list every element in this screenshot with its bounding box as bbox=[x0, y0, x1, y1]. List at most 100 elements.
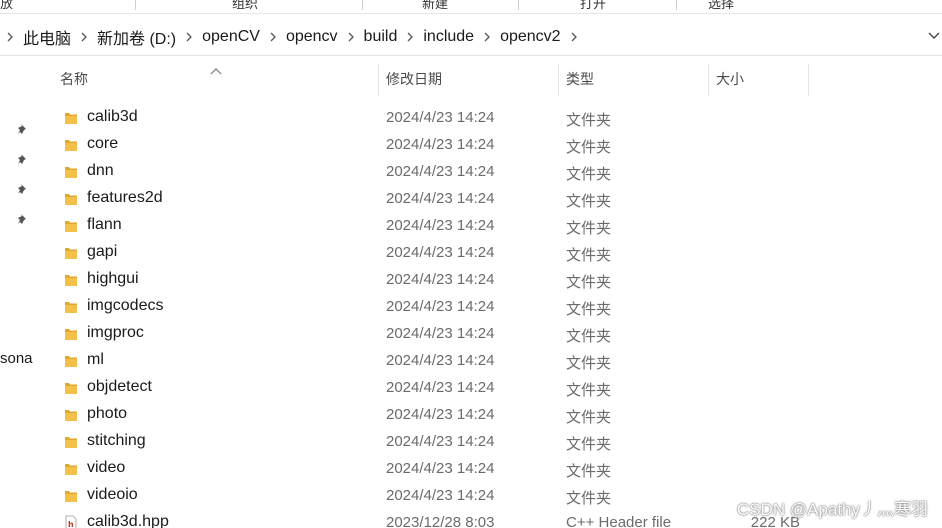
chevron-right-icon[interactable] bbox=[179, 32, 199, 42]
chevron-right-icon[interactable] bbox=[263, 32, 283, 42]
file-row[interactable]: dnn 2024/4/23 14:24 文件夹 bbox=[40, 158, 942, 185]
file-name: imgproc bbox=[87, 324, 144, 341]
file-type: 文件夹 bbox=[566, 139, 612, 156]
file-row[interactable]: calib3d 2024/4/23 14:24 文件夹 bbox=[40, 104, 942, 131]
ribbon-item[interactable]: 组织 bbox=[232, 0, 258, 12]
chevron-right-icon[interactable] bbox=[477, 32, 497, 42]
breadcrumb-item-opencv2[interactable]: opencv2 bbox=[497, 28, 564, 46]
file-name: calib3d bbox=[87, 108, 138, 125]
folder-icon bbox=[64, 218, 78, 234]
file-name: highgui bbox=[87, 270, 139, 287]
breadcrumb-item-drive-d[interactable]: 新加卷 (D:) bbox=[94, 25, 179, 49]
folder-icon bbox=[64, 272, 78, 288]
folder-icon bbox=[64, 434, 78, 450]
ribbon-item[interactable]: 打开 bbox=[580, 0, 606, 12]
file-type: 文件夹 bbox=[566, 490, 612, 507]
ribbon-toolbar: 放 组织 新建 打开 选择 bbox=[0, 0, 942, 14]
column-header-row: 名称 修改日期 类型 大小 bbox=[40, 62, 942, 96]
ribbon-divider bbox=[362, 0, 363, 10]
file-modified-date: 2024/4/23 14:24 bbox=[386, 217, 495, 234]
folder-icon bbox=[64, 110, 78, 126]
file-name: stitching bbox=[87, 432, 146, 449]
folder-icon bbox=[64, 326, 78, 342]
folder-icon bbox=[64, 164, 78, 180]
breadcrumb-item-opencv-root[interactable]: openCV bbox=[199, 28, 263, 46]
breadcrumb-item-include[interactable]: include bbox=[420, 28, 477, 46]
column-header-size[interactable]: 大小 bbox=[708, 62, 808, 96]
file-modified-date: 2024/4/23 14:24 bbox=[386, 298, 495, 315]
file-name: videoio bbox=[87, 486, 138, 503]
file-name: flann bbox=[87, 216, 122, 233]
file-row[interactable]: flann 2024/4/23 14:24 文件夹 bbox=[40, 212, 942, 239]
file-row[interactable]: photo 2024/4/23 14:24 文件夹 bbox=[40, 401, 942, 428]
pin-icon[interactable] bbox=[16, 152, 30, 166]
folder-icon bbox=[64, 461, 78, 477]
column-divider[interactable] bbox=[808, 64, 809, 96]
nav-item-label[interactable]: sona bbox=[0, 350, 33, 367]
file-row[interactable]: imgcodecs 2024/4/23 14:24 文件夹 bbox=[40, 293, 942, 320]
file-row[interactable]: imgproc 2024/4/23 14:24 文件夹 bbox=[40, 320, 942, 347]
file-row[interactable]: video 2024/4/23 14:24 文件夹 bbox=[40, 455, 942, 482]
file-row[interactable]: core 2024/4/23 14:24 文件夹 bbox=[40, 131, 942, 158]
file-modified-date: 2024/4/23 14:24 bbox=[386, 460, 495, 477]
ribbon-divider bbox=[676, 0, 677, 10]
folder-icon bbox=[64, 137, 78, 153]
file-type: 文件夹 bbox=[566, 166, 612, 183]
folder-icon bbox=[64, 299, 78, 315]
column-header-name[interactable]: 名称 bbox=[52, 62, 382, 96]
svg-text:h: h bbox=[68, 520, 74, 528]
column-header-type[interactable]: 类型 bbox=[558, 62, 708, 96]
chevron-down-icon[interactable] bbox=[926, 28, 942, 44]
file-modified-date: 2023/12/28 8:03 bbox=[386, 514, 495, 528]
file-name: video bbox=[87, 459, 126, 476]
chevron-right-icon[interactable] bbox=[74, 32, 94, 42]
file-modified-date: 2024/4/23 14:24 bbox=[386, 352, 495, 369]
breadcrumb-item-this-pc[interactable]: 此电脑 bbox=[20, 25, 74, 49]
breadcrumb: 此电脑 新加卷 (D:) openCV opencv build include… bbox=[0, 18, 942, 56]
file-type: C++ Header file bbox=[566, 514, 672, 528]
file-name: dnn bbox=[87, 162, 114, 179]
ribbon-item[interactable]: 放 bbox=[0, 0, 13, 12]
column-header-date[interactable]: 修改日期 bbox=[378, 62, 558, 96]
breadcrumb-item-build[interactable]: build bbox=[361, 28, 401, 46]
cpp-header-file-icon: h bbox=[64, 515, 78, 528]
file-modified-date: 2024/4/23 14:24 bbox=[386, 433, 495, 450]
navigation-pane: sona bbox=[0, 58, 40, 528]
ribbon-item[interactable]: 新建 bbox=[422, 0, 448, 12]
file-row[interactable]: gapi 2024/4/23 14:24 文件夹 bbox=[40, 239, 942, 266]
file-type: 文件夹 bbox=[566, 274, 612, 291]
pin-icon[interactable] bbox=[16, 212, 30, 226]
file-row[interactable]: highgui 2024/4/23 14:24 文件夹 bbox=[40, 266, 942, 293]
file-name: core bbox=[87, 135, 119, 152]
file-row[interactable]: objdetect 2024/4/23 14:24 文件夹 bbox=[40, 374, 942, 401]
file-type: 文件夹 bbox=[566, 193, 612, 210]
file-type: 文件夹 bbox=[566, 436, 612, 453]
file-type: 文件夹 bbox=[566, 301, 612, 318]
file-modified-date: 2024/4/23 14:24 bbox=[386, 109, 495, 126]
file-type: 文件夹 bbox=[566, 355, 612, 372]
file-modified-date: 2024/4/23 14:24 bbox=[386, 163, 495, 180]
chevron-right-icon[interactable] bbox=[564, 32, 584, 42]
chevron-right-icon[interactable] bbox=[0, 32, 20, 42]
pin-icon[interactable] bbox=[16, 182, 30, 196]
folder-icon bbox=[64, 407, 78, 423]
file-type: 文件夹 bbox=[566, 409, 612, 426]
chevron-right-icon[interactable] bbox=[400, 32, 420, 42]
file-modified-date: 2024/4/23 14:24 bbox=[386, 136, 495, 153]
file-type: 文件夹 bbox=[566, 112, 612, 129]
file-name: ml bbox=[87, 351, 104, 368]
file-modified-date: 2024/4/23 14:24 bbox=[386, 325, 495, 342]
file-row[interactable]: stitching 2024/4/23 14:24 文件夹 bbox=[40, 428, 942, 455]
pin-icon[interactable] bbox=[16, 122, 30, 136]
file-name: objdetect bbox=[87, 378, 152, 395]
file-modified-date: 2024/4/23 14:24 bbox=[386, 271, 495, 288]
chevron-right-icon[interactable] bbox=[341, 32, 361, 42]
file-type: 文件夹 bbox=[566, 247, 612, 264]
file-row[interactable]: ml 2024/4/23 14:24 文件夹 bbox=[40, 347, 942, 374]
file-name: features2d bbox=[87, 189, 163, 206]
file-row[interactable]: features2d 2024/4/23 14:24 文件夹 bbox=[40, 185, 942, 212]
breadcrumb-item-opencv[interactable]: opencv bbox=[283, 28, 341, 46]
ribbon-item[interactable]: 选择 bbox=[708, 0, 734, 12]
file-modified-date: 2024/4/23 14:24 bbox=[386, 190, 495, 207]
folder-icon bbox=[64, 380, 78, 396]
